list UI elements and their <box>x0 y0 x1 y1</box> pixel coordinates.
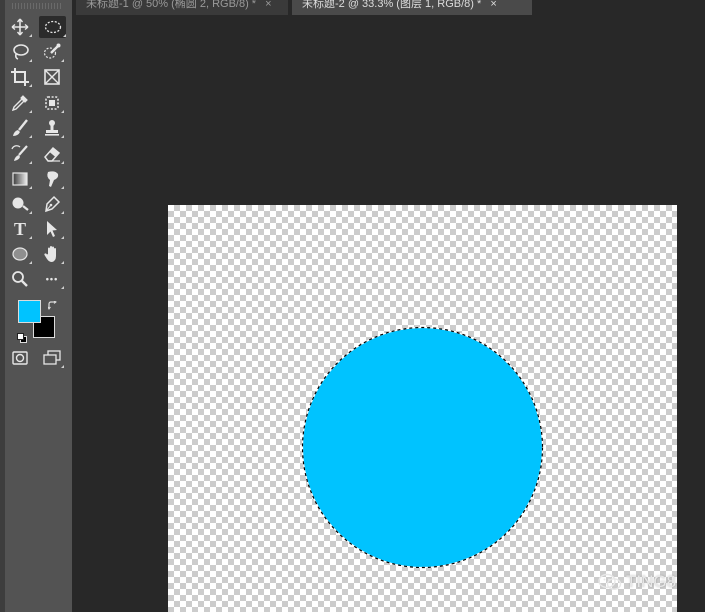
screen-mode-icon <box>43 350 61 365</box>
more-indicator-icon <box>61 186 64 189</box>
more-indicator-icon <box>29 211 32 214</box>
dodge-icon <box>12 197 29 211</box>
document-tab-1[interactable]: 未标题-1 @ 50% (椭圆 2, RGB/8) * × <box>76 0 288 15</box>
more-indicator-icon <box>61 135 64 138</box>
swap-colors-icon[interactable] <box>47 298 58 316</box>
tab-close-icon[interactable]: × <box>490 0 496 10</box>
brush-tool[interactable] <box>8 117 32 139</box>
type-tool[interactable]: T <box>8 218 32 240</box>
more-indicator-icon <box>29 135 32 138</box>
pen-icon <box>45 195 61 213</box>
move-icon <box>11 18 29 36</box>
screen-mode-button[interactable] <box>40 347 64 369</box>
watermark: TING8 <box>598 572 676 592</box>
patch-icon <box>45 96 59 110</box>
document-tab-bar: 未标题-1 @ 50% (椭圆 2, RGB/8) * × 未标题-2 @ 33… <box>72 0 705 15</box>
crop-icon <box>11 68 29 86</box>
ellipse-shape[interactable] <box>300 325 545 570</box>
lasso-icon <box>13 44 29 60</box>
panel-grip[interactable] <box>12 3 62 9</box>
ellipse-shape-icon <box>12 247 28 261</box>
dodge-tool[interactable] <box>8 193 32 215</box>
more-indicator-icon <box>61 365 64 368</box>
tab-label: 未标题-2 @ 33.3% (图层 1, RGB/8) * <box>302 0 482 10</box>
more-indicator-icon <box>29 59 32 62</box>
more-indicator-icon <box>29 236 32 239</box>
quick-mask-icon <box>12 351 28 365</box>
arrow-cursor-icon <box>47 221 57 237</box>
gradient-icon <box>12 172 28 186</box>
gradient-tool[interactable] <box>8 168 32 190</box>
frame-icon <box>44 69 60 85</box>
more-indicator-icon <box>61 261 64 264</box>
document-tab-2[interactable]: 未标题-2 @ 33.3% (图层 1, RGB/8) * × <box>292 0 532 15</box>
hand-tool[interactable] <box>40 243 64 265</box>
path-selection-tool[interactable] <box>40 218 64 240</box>
eraser-icon <box>44 146 61 162</box>
eraser-tool[interactable] <box>40 143 64 165</box>
default-colors-icon[interactable] <box>17 330 27 348</box>
quick-selection-icon <box>43 43 61 59</box>
pen-tool[interactable] <box>40 193 64 215</box>
history-brush-icon <box>11 145 28 161</box>
watermark-text: TING8 <box>626 572 677 591</box>
more-indicator-icon <box>29 261 32 264</box>
more-indicator-icon <box>61 286 64 289</box>
elliptical-marquee-icon <box>44 20 61 34</box>
clone-stamp-tool[interactable] <box>40 117 64 139</box>
eyedropper-tool[interactable] <box>8 92 32 114</box>
wechat-icon <box>598 573 622 590</box>
elliptical-marquee-tool[interactable] <box>39 16 66 38</box>
type-icon: T <box>13 219 26 239</box>
more-indicator-icon <box>61 211 64 214</box>
panel-edge <box>0 0 5 612</box>
hand-icon <box>44 246 56 262</box>
smudge-icon <box>47 171 59 187</box>
more-indicator-icon <box>61 110 64 113</box>
tools-panel: T ••• <box>0 0 72 612</box>
more-indicator-icon <box>29 161 32 164</box>
more-indicator-icon <box>61 59 64 62</box>
brush-icon <box>13 119 28 136</box>
crop-tool[interactable] <box>8 66 32 88</box>
eyedropper-icon <box>11 95 28 112</box>
smudge-tool[interactable] <box>40 168 64 190</box>
more-indicator-icon <box>63 34 66 37</box>
lasso-tool[interactable] <box>8 41 32 63</box>
more-indicator-icon <box>61 236 64 239</box>
more-indicator-icon <box>29 84 32 87</box>
quick-mask-button[interactable] <box>8 347 32 369</box>
zoom-icon <box>12 271 28 287</box>
tab-close-icon[interactable]: × <box>265 0 271 10</box>
ellipse-fill[interactable] <box>302 327 543 568</box>
frame-tool[interactable] <box>40 66 64 88</box>
more-indicator-icon <box>29 110 32 113</box>
history-brush-tool[interactable] <box>8 143 32 165</box>
stamp-icon <box>45 120 59 136</box>
quick-selection-tool[interactable] <box>40 41 64 63</box>
foreground-color-swatch[interactable] <box>18 300 41 323</box>
ellipsis-icon: ••• <box>45 273 59 284</box>
more-indicator-icon <box>61 161 64 164</box>
more-tools-button[interactable]: ••• <box>40 268 64 290</box>
ellipse-tool[interactable] <box>8 243 32 265</box>
more-indicator-icon <box>29 186 32 189</box>
zoom-tool[interactable] <box>8 268 32 290</box>
more-indicator-icon <box>29 34 32 37</box>
patch-tool[interactable] <box>40 92 64 114</box>
move-tool[interactable] <box>8 16 32 38</box>
tab-label: 未标题-1 @ 50% (椭圆 2, RGB/8) * <box>86 0 257 10</box>
